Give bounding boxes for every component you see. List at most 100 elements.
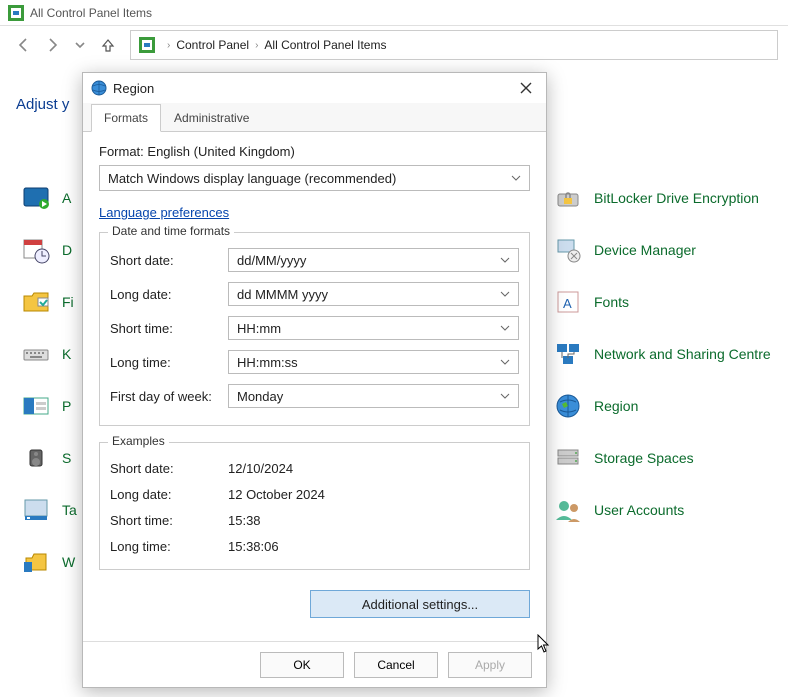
cp-label: Network and Sharing Centre (594, 346, 771, 363)
windows-tools-icon (22, 548, 50, 576)
address-bar[interactable]: › Control Panel › All Control Panel Item… (130, 30, 778, 60)
group-legend: Examples (108, 434, 169, 448)
cp-item-left-2[interactable]: Fi (22, 282, 82, 322)
ex-short-time-value: 15:38 (228, 513, 261, 528)
first-day-select[interactable]: Monday (228, 384, 519, 408)
back-button[interactable] (10, 31, 38, 59)
control-panel-icon (8, 5, 24, 21)
ex-long-date-value: 12 October 2024 (228, 487, 325, 502)
device-manager-icon (554, 236, 582, 264)
cp-item-left-3[interactable]: K (22, 334, 82, 374)
ex-long-time-label: Long time: (110, 539, 228, 554)
cp-item-device-manager[interactable]: Device Manager (554, 230, 774, 270)
region-dialog: Region Formats Administrative Format: En… (82, 72, 547, 688)
dialog-body: Format: English (United Kingdom) Match W… (83, 132, 546, 641)
fonts-icon: A (554, 288, 582, 316)
row-long-time: Long time: HH:mm:ss (110, 347, 519, 377)
adjust-label: Adjust y (16, 96, 69, 113)
additional-settings-button[interactable]: Additional settings... (310, 590, 530, 618)
language-preferences-link[interactable]: Language preferences (99, 205, 229, 220)
dialog-title-bar: Region (83, 73, 546, 103)
breadcrumb-item[interactable]: All Control Panel Items (264, 38, 386, 52)
ex-short-time-label: Short time: (110, 513, 228, 528)
first-day-label: First day of week: (110, 389, 228, 404)
file-explorer-options-icon (22, 288, 50, 316)
short-date-select[interactable]: dd/MM/yyyy (228, 248, 519, 272)
short-date-value: dd/MM/yyyy (237, 253, 306, 268)
ex-short-date-value: 12/10/2024 (228, 461, 293, 476)
up-button[interactable] (94, 31, 122, 59)
tab-formats[interactable]: Formats (91, 104, 161, 132)
recent-locations-button[interactable] (66, 31, 94, 59)
language-select-value: Match Windows display language (recommen… (108, 171, 396, 186)
cp-item-bitlocker[interactable]: BitLocker Drive Encryption (554, 178, 774, 218)
ex-long-time-row: Long time: 15:38:06 (110, 533, 519, 559)
forward-button[interactable] (38, 31, 66, 59)
keyboard-icon (22, 340, 50, 368)
chevron-down-icon (500, 289, 510, 299)
cp-label: W (62, 554, 75, 570)
ok-button[interactable]: OK (260, 652, 344, 678)
cp-label: Device Manager (594, 242, 696, 259)
first-day-value: Monday (237, 389, 283, 404)
short-time-select[interactable]: HH:mm (228, 316, 519, 340)
breadcrumb-sep-icon: › (255, 40, 258, 51)
cp-item-storage-spaces[interactable]: Storage Spaces (554, 438, 774, 478)
cp-item-user-accounts[interactable]: User Accounts (554, 490, 774, 530)
cp-item-left-5[interactable]: S (22, 438, 82, 478)
sound-icon (22, 444, 50, 472)
breadcrumb-item[interactable]: Control Panel (176, 38, 249, 52)
dialog-title: Region (113, 81, 514, 96)
cp-item-left-0[interactable]: A (22, 178, 82, 218)
window-title-bar: All Control Panel Items (0, 0, 788, 26)
cp-label: Region (594, 398, 638, 415)
close-button[interactable] (514, 76, 538, 100)
cp-label: User Accounts (594, 502, 684, 519)
apply-button[interactable]: Apply (448, 652, 532, 678)
cp-item-left-1[interactable]: D (22, 230, 82, 270)
chevron-down-icon (511, 173, 521, 183)
cp-item-left-7[interactable]: W (22, 542, 82, 582)
globe-icon (91, 80, 107, 96)
long-time-select[interactable]: HH:mm:ss (228, 350, 519, 374)
chevron-down-icon (500, 323, 510, 333)
cp-item-left-6[interactable]: Ta (22, 490, 82, 530)
ex-short-date-row: Short date: 12/10/2024 (110, 455, 519, 481)
group-legend: Date and time formats (108, 224, 234, 238)
ex-short-time-row: Short time: 15:38 (110, 507, 519, 533)
language-select[interactable]: Match Windows display language (recommen… (99, 165, 530, 191)
long-date-value: dd MMMM yyyy (237, 287, 328, 302)
long-time-value: HH:mm:ss (237, 355, 298, 370)
cp-item-region[interactable]: Region (554, 386, 774, 426)
ex-short-date-label: Short date: (110, 461, 228, 476)
storage-spaces-icon (554, 444, 582, 472)
ex-long-time-value: 15:38:06 (228, 539, 279, 554)
network-icon (554, 340, 582, 368)
row-first-day: First day of week: Monday (110, 381, 519, 411)
cp-label: Fi (62, 294, 74, 310)
tab-administrative[interactable]: Administrative (161, 104, 262, 132)
cp-label: K (62, 346, 71, 362)
cp-label: S (62, 450, 71, 466)
cp-item-left-4[interactable]: P (22, 386, 82, 426)
long-time-label: Long time: (110, 355, 228, 370)
short-time-label: Short time: (110, 321, 228, 336)
bitlocker-icon (554, 184, 582, 212)
user-accounts-icon (554, 496, 582, 524)
cancel-button[interactable]: Cancel (354, 652, 438, 678)
short-time-value: HH:mm (237, 321, 281, 336)
format-label: Format: English (United Kingdom) (99, 144, 530, 159)
long-date-select[interactable]: dd MMMM yyyy (228, 282, 519, 306)
row-short-time: Short time: HH:mm (110, 313, 519, 343)
chevron-down-icon (500, 255, 510, 265)
window-title: All Control Panel Items (30, 6, 152, 20)
cp-label: P (62, 398, 71, 414)
cp-label: A (62, 190, 71, 206)
cp-item-network-sharing[interactable]: Network and Sharing Centre (554, 334, 774, 374)
taskbar-icon (22, 496, 50, 524)
chevron-down-icon (500, 357, 510, 367)
svg-text:A: A (563, 296, 572, 311)
date-time-icon (22, 236, 50, 264)
cp-item-fonts[interactable]: A Fonts (554, 282, 774, 322)
short-date-label: Short date: (110, 253, 228, 268)
